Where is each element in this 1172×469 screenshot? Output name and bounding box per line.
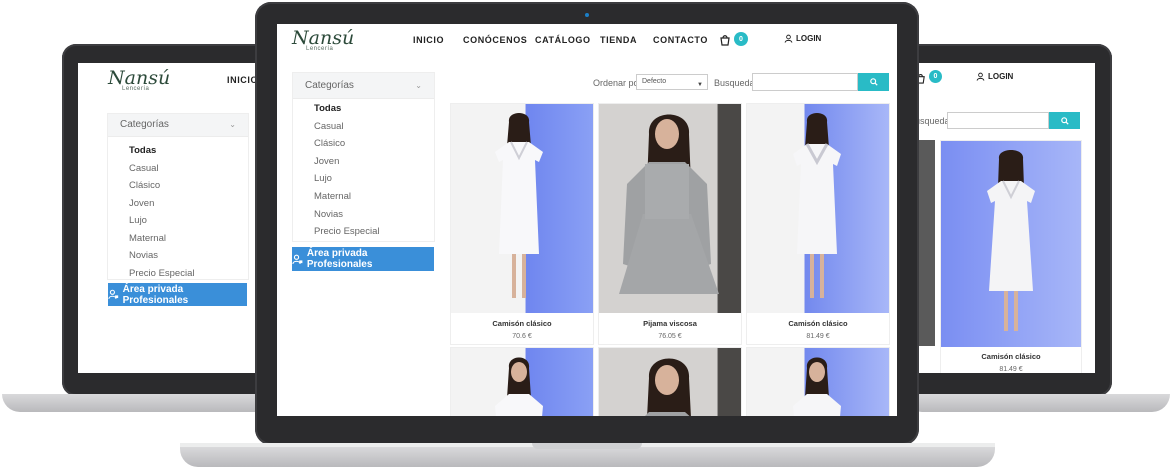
right-product-card[interactable]: Camisón clásico 81.49 € — [940, 140, 1082, 373]
category-novias[interactable]: Novias — [293, 206, 434, 224]
product-name[interactable]: Camisón clásico — [747, 319, 889, 328]
left-site-logo[interactable]: Nansú Lencería — [108, 67, 170, 92]
nav-inicio[interactable]: INICIO — [413, 35, 444, 45]
category-maternal[interactable]: Maternal — [293, 188, 434, 206]
nightgown-model-image — [793, 357, 841, 416]
user-icon — [784, 34, 793, 43]
center-laptop-base — [180, 447, 995, 467]
left-pro-area-button[interactable]: Área privada Profesionales — [108, 283, 247, 306]
user-lock-icon — [108, 289, 119, 300]
right-product-name[interactable]: Camisón clásico — [941, 352, 1081, 361]
login-label: LOGIN — [796, 34, 822, 43]
product-photo[interactable] — [599, 104, 741, 313]
product-card-partial[interactable] — [746, 347, 890, 416]
login-link[interactable]: LOGIN — [784, 34, 821, 43]
left-categories-header[interactable]: Categorías ⌄ — [108, 114, 248, 137]
product-photo[interactable] — [747, 104, 889, 313]
left-category-todas[interactable]: Todas — [108, 142, 248, 160]
chevron-down-icon: ⌄ — [229, 120, 236, 129]
search-icon — [1060, 116, 1069, 125]
nav-contacto[interactable]: CONTACTO — [653, 35, 708, 45]
right-laptop-screen: 0 LOGIN Busqueda: Camisón clásico 81.49 … — [915, 63, 1095, 373]
left-laptop-base — [2, 394, 292, 412]
right-laptop-base — [904, 394, 1170, 412]
center-laptop-screen: Nansú Lencería INICIO CONÓCENOS CATÁLOGO … — [277, 24, 897, 416]
left-category-precio-especial[interactable]: Precio Especial — [108, 265, 248, 283]
left-category-novias[interactable]: Novias — [108, 247, 248, 265]
category-joven[interactable]: Joven — [293, 153, 434, 171]
right-search-input[interactable] — [947, 112, 1049, 129]
category-casual[interactable]: Casual — [293, 118, 434, 136]
cart-count-badge: 0 — [734, 32, 748, 46]
nav-tienda[interactable]: TIENDA — [600, 35, 637, 45]
category-precio-especial[interactable]: Precio Especial — [293, 223, 434, 241]
product-price: 70.6 € — [512, 333, 532, 340]
product-photo[interactable] — [599, 348, 741, 416]
product-photo[interactable] — [747, 348, 889, 416]
categories-header[interactable]: Categorías ⌄ — [293, 73, 434, 99]
product-card[interactable]: Pijama viscosa 76.05 € — [598, 103, 742, 345]
left-categories-panel: Categorías ⌄ Todas Casual Clásico Joven … — [107, 113, 249, 280]
right-login-label: LOGIN — [988, 72, 1014, 81]
product-photo[interactable] — [451, 104, 593, 313]
left-category-casual[interactable]: Casual — [108, 160, 248, 178]
product-price: 81.49 € — [806, 333, 830, 340]
left-category-joven[interactable]: Joven — [108, 195, 248, 213]
category-todas[interactable]: Todas — [293, 100, 434, 118]
user-icon — [976, 72, 985, 81]
nightgown-model-image — [793, 113, 841, 298]
pajama-model-image — [619, 114, 719, 294]
right-search-button[interactable] — [1049, 112, 1080, 129]
left-categories-title: Categorías — [120, 119, 169, 130]
product-card-partial[interactable] — [598, 347, 742, 416]
pro-area-label: Área privada Profesionales — [306, 248, 373, 270]
left-pro-area-label: Área privada Profesionales — [122, 283, 189, 306]
webcam — [585, 13, 589, 17]
left-nav-inicio[interactable]: INICIO — [227, 75, 258, 85]
nightgown-model-image — [495, 357, 543, 416]
categories-title: Categorías — [305, 80, 354, 91]
search-input[interactable] — [752, 73, 858, 91]
product-price: 76.05 € — [658, 333, 682, 340]
product-name[interactable]: Pijama viscosa — [599, 319, 741, 328]
chevron-down-icon: ⌄ — [415, 81, 422, 90]
search-label: Busqueda: — [714, 78, 758, 88]
product-photo[interactable] — [451, 348, 593, 416]
user-lock-icon — [292, 254, 303, 264]
category-lujo[interactable]: Lujo — [293, 170, 434, 188]
nav-catalogo[interactable]: CATÁLOGO — [535, 35, 591, 45]
pro-area-button[interactable]: Área privada Profesionales — [292, 247, 434, 271]
search-icon — [869, 78, 878, 86]
nightgown-model-image — [495, 113, 543, 298]
caret-down-icon: ▼ — [697, 82, 703, 88]
left-category-lujo[interactable]: Lujo — [108, 212, 248, 230]
search-button[interactable] — [858, 73, 889, 91]
nightgown-model-image — [987, 150, 1035, 331]
product-card-partial[interactable] — [450, 347, 594, 416]
order-by-select[interactable]: Defecto ▼ — [636, 74, 708, 90]
product-card[interactable]: Camisón clásico 70.6 € — [450, 103, 594, 345]
right-product-photo[interactable] — [941, 141, 1081, 347]
right-login-link[interactable]: LOGIN — [976, 72, 1013, 81]
cart-icon[interactable] — [719, 33, 731, 51]
center-laptop-notch — [532, 443, 642, 449]
left-category-maternal[interactable]: Maternal — [108, 230, 248, 248]
category-clasico[interactable]: Clásico — [293, 135, 434, 153]
product-card[interactable]: Camisón clásico 81.49 € — [746, 103, 890, 345]
left-category-clasico[interactable]: Clásico — [108, 177, 248, 195]
nav-conocenos[interactable]: CONÓCENOS — [463, 35, 527, 45]
product-name[interactable]: Camisón clásico — [451, 319, 593, 328]
right-cart-count-badge: 0 — [929, 70, 942, 83]
left-laptop-screen: Nansú Lencería INICIO Categorías ⌄ Todas … — [78, 63, 278, 373]
pajama-model-image — [645, 358, 691, 416]
categories-panel: Categorías ⌄ Todas Casual Clásico Joven … — [292, 72, 435, 242]
right-product-price: 81.49 € — [999, 366, 1023, 373]
site-logo[interactable]: Nansú Lencería — [292, 27, 354, 52]
